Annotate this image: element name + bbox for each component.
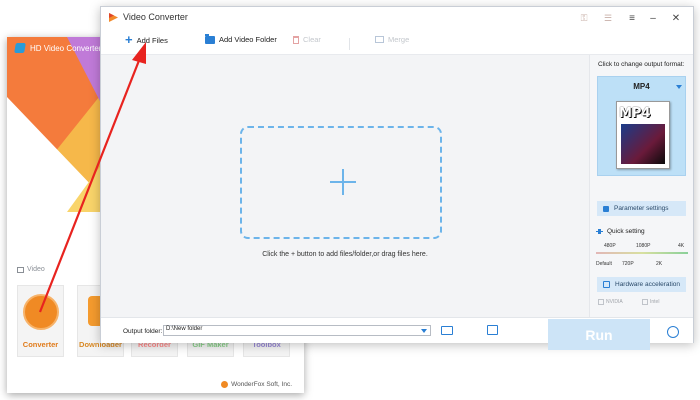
- folder-icon: [205, 33, 215, 44]
- run-button[interactable]: Run: [548, 319, 650, 350]
- add-video-folder-button[interactable]: Add Video Folder: [205, 33, 277, 44]
- plus-icon: +: [125, 32, 133, 47]
- output-format-name: MP4: [633, 82, 650, 91]
- output-format-selector[interactable]: MP4 MP4: [597, 76, 686, 176]
- tool-converter[interactable]: Converter: [17, 285, 64, 357]
- parameter-settings-label: Parameter settings: [614, 205, 669, 212]
- drop-hint: Click the + button to add files/folder,o…: [262, 251, 428, 258]
- wonderfox-logo-icon: [221, 381, 229, 388]
- output-folder-label: Output folder:: [123, 328, 163, 335]
- close-icon[interactable]: ✕: [667, 10, 685, 26]
- settings-icon: [603, 205, 609, 212]
- dropzone-plus-icon-vertical: [342, 169, 344, 195]
- slider-icon: [596, 229, 603, 233]
- mp4-badge-text: MP4: [619, 106, 651, 121]
- film-reel-graphic: [621, 124, 665, 164]
- quality-1080p-label: 1080P: [636, 243, 651, 249]
- app-logo-icon: [109, 13, 118, 22]
- parameter-settings-button[interactable]: Parameter settings: [597, 201, 686, 216]
- quality-2k-label: 2K: [656, 261, 663, 267]
- output-format-header: Click to change output format:: [598, 61, 685, 68]
- trash-icon: [293, 35, 299, 44]
- hardware-acceleration-button[interactable]: Hardware acceleration: [597, 277, 686, 292]
- merge-button[interactable]: Merge: [375, 35, 409, 44]
- clear-label: Clear: [303, 35, 321, 44]
- merge-label: Merge: [388, 35, 410, 44]
- cart-icon[interactable]: ☰: [601, 11, 615, 25]
- clear-button[interactable]: Clear: [293, 35, 321, 44]
- video-section-text: Video: [27, 266, 45, 273]
- quality-480p-label: 480P: [604, 243, 616, 249]
- bottom-bar: Output folder: D:\New folder Run: [101, 317, 693, 350]
- window-title: Video Converter: [123, 12, 188, 22]
- open-folder-icon[interactable]: [441, 326, 453, 335]
- quality-default-label: Default: [596, 261, 612, 267]
- alarm-clock-icon[interactable]: [667, 326, 679, 338]
- intel-option[interactable]: Intel: [642, 299, 659, 305]
- add-files-button[interactable]: + Add Files: [125, 32, 168, 47]
- output-folder-field[interactable]: D:\New folder: [163, 325, 431, 336]
- title-bar: Video Converter ⚿ ☰ ≡ – ✕: [101, 7, 693, 29]
- chevron-down-icon[interactable]: [421, 329, 427, 333]
- quick-setting-label: Quick setting: [607, 228, 645, 235]
- converter-icon: [23, 294, 59, 330]
- add-files-dropzone[interactable]: [240, 126, 442, 239]
- screen: HD Video Converter F Video Converter Dow…: [0, 0, 700, 400]
- mp4-format-icon: MP4: [616, 101, 670, 169]
- toolbar-divider: [349, 38, 350, 50]
- intel-label: Intel: [650, 299, 660, 305]
- launcher-footer: WonderFox Soft, Inc.: [221, 381, 292, 388]
- video-converter-window: Video Converter ⚿ ☰ ≡ – ✕ + Add Files Ad…: [100, 6, 694, 350]
- add-video-folder-label: Add Video Folder: [219, 35, 277, 44]
- video-section-label: Video: [17, 266, 45, 273]
- quick-setting: Quick setting: [596, 228, 645, 235]
- nvidia-option[interactable]: NVIDIA: [598, 299, 623, 305]
- video-section-icon: [17, 266, 24, 273]
- tool-converter-label: Converter: [22, 340, 59, 349]
- key-icon[interactable]: ⚿: [577, 11, 591, 25]
- toolbar: + Add Files Add Video Folder Clear Merge: [101, 29, 693, 55]
- chip-icon: [603, 281, 610, 288]
- launcher-title-text: HD Video Converter F: [30, 43, 109, 53]
- nvidia-checkbox[interactable]: [598, 299, 604, 305]
- footer-text: WonderFox Soft, Inc.: [231, 381, 292, 388]
- add-files-label: Add Files: [136, 35, 168, 45]
- chevron-down-icon: [676, 85, 682, 89]
- quality-4k-label: 4K: [678, 243, 685, 249]
- quality-slider[interactable]: [596, 252, 688, 254]
- minimize-icon[interactable]: –: [644, 10, 662, 26]
- menu-icon[interactable]: ≡: [623, 10, 641, 26]
- file-list-area[interactable]: Click the + button to add files/folder,o…: [101, 55, 589, 317]
- intel-checkbox[interactable]: [642, 299, 648, 305]
- hardware-acceleration-label: Hardware acceleration: [615, 281, 681, 288]
- output-settings-panel: Click to change output format: MP4 MP4 P…: [589, 55, 693, 317]
- output-folder-icon[interactable]: [487, 325, 498, 335]
- nvidia-label: NVIDIA: [606, 299, 623, 305]
- merge-icon: [375, 36, 384, 43]
- quality-720p-label: 720P: [622, 261, 634, 267]
- launcher-title: HD Video Converter F: [14, 43, 109, 53]
- app-logo-icon: [14, 43, 26, 53]
